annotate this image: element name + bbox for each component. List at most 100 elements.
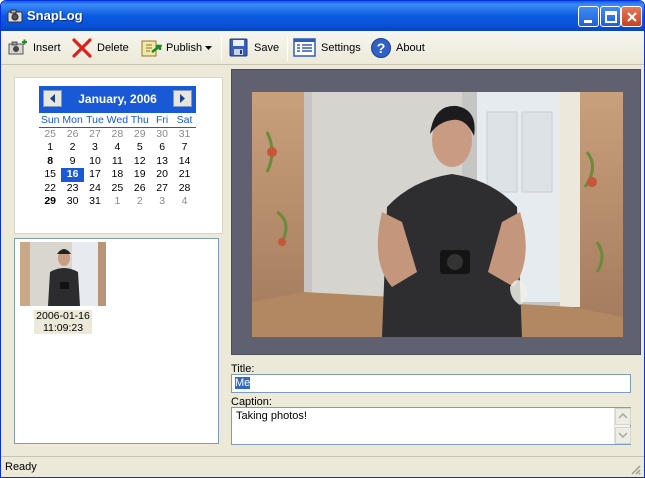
- calendar-day[interactable]: 31: [84, 195, 106, 209]
- calendar-day[interactable]: 17: [84, 168, 106, 182]
- caption-textarea[interactable]: Taking photos!: [231, 407, 631, 445]
- publish-icon: [141, 40, 162, 57]
- calendar-day[interactable]: 1: [106, 195, 128, 209]
- scroll-up-button[interactable]: [615, 408, 631, 425]
- title-input[interactable]: Me: [231, 374, 631, 393]
- maximize-button[interactable]: [600, 6, 621, 27]
- calendar-next-month-button[interactable]: [173, 90, 192, 107]
- calendar-day[interactable]: 22: [39, 182, 61, 196]
- calendar-day[interactable]: 30: [151, 128, 173, 142]
- scroll-down-button[interactable]: [615, 427, 631, 444]
- close-icon: [627, 12, 637, 22]
- right-panel: Title: Me Caption: Taking photos!: [231, 69, 641, 453]
- calendar-day[interactable]: 9: [61, 155, 83, 169]
- calendar-day[interactable]: 18: [106, 168, 128, 182]
- calendar-day[interactable]: 14: [173, 155, 195, 169]
- calendar-day[interactable]: 8: [39, 155, 61, 169]
- camera-app-icon: [7, 9, 23, 23]
- calendar-header: January, 2006: [39, 86, 196, 113]
- photo-viewer: [231, 69, 641, 355]
- calendar-day[interactable]: 29: [129, 128, 151, 142]
- calendar-day[interactable]: 15: [39, 168, 61, 182]
- calendar-day[interactable]: 20: [151, 168, 173, 182]
- insert-label: Insert: [33, 42, 61, 54]
- entry-thumbnail[interactable]: [20, 242, 106, 306]
- calendar-day[interactable]: 25: [106, 182, 128, 196]
- calendar-day[interactable]: 2: [129, 195, 151, 209]
- toolbar-separator: [221, 37, 222, 61]
- about-button[interactable]: ? About: [370, 35, 425, 61]
- snaplog-window: SnapLog Insert Delete Publish Save Setti…: [0, 0, 645, 478]
- calendar-day[interactable]: 24: [84, 182, 106, 196]
- calendar-day[interactable]: 10: [84, 155, 106, 169]
- delete-x-icon: [72, 38, 92, 58]
- save-button[interactable]: Save: [228, 35, 279, 61]
- calendar-day[interactable]: 23: [61, 182, 83, 196]
- calendar-day[interactable]: 27: [151, 182, 173, 196]
- calendar-day[interactable]: 28: [106, 128, 128, 142]
- calendar-day[interactable]: 26: [129, 182, 151, 196]
- insert-photo-icon: [8, 39, 27, 55]
- calendar-day[interactable]: 7: [173, 141, 195, 155]
- calendar-weekday-label: Sat: [173, 114, 196, 128]
- calendar-day[interactable]: 28: [173, 182, 195, 196]
- settings-button[interactable]: Settings: [293, 35, 361, 61]
- calendar-day[interactable]: 12: [129, 155, 151, 169]
- calendar-weekday-label: Wed: [106, 114, 129, 128]
- calendar-day[interactable]: 16: [61, 168, 84, 182]
- calendar-day[interactable]: 27: [84, 128, 106, 142]
- entry-thumbnail-list[interactable]: 2006-01-16 11:09:23: [14, 238, 219, 444]
- calendar-week-row: 8 9 10 11 12 13 14: [39, 155, 196, 169]
- left-panel: January, 2006 Sun Mon Tue Wed Thu Fri Sat 25 26 2…: [5, 69, 227, 453]
- chevron-right-icon: [180, 94, 185, 103]
- calendar-weekday-label: Tue: [83, 114, 107, 128]
- title-input-value: Me: [235, 377, 251, 389]
- scroll-down-arrow-icon: [618, 432, 628, 439]
- calendar-day[interactable]: 1: [39, 141, 61, 155]
- calendar-week-row: 22 23 24 25 26 27 28: [39, 182, 196, 196]
- publish-button[interactable]: Publish: [140, 35, 202, 61]
- delete-button[interactable]: Delete: [71, 35, 129, 61]
- calendar-day[interactable]: 2: [61, 141, 83, 155]
- calendar-day[interactable]: 13: [151, 155, 173, 169]
- calendar-day[interactable]: 21: [173, 168, 195, 182]
- calendar-day[interactable]: 19: [129, 168, 151, 182]
- calendar-day[interactable]: 31: [173, 128, 195, 142]
- toolbar-separator: [287, 37, 288, 61]
- entry-time: 11:09:23: [42, 322, 84, 334]
- settings-list-icon: [293, 38, 316, 57]
- calendar-grid: Sun Mon Tue Wed Thu Fri Sat 25 26 27 28 29 30 31 1 2 3 4 5…: [39, 114, 196, 209]
- calendar-day[interactable]: 11: [106, 155, 128, 169]
- calendar-day[interactable]: 6: [151, 141, 173, 155]
- calendar-day[interactable]: 30: [61, 195, 83, 209]
- delete-label: Delete: [97, 42, 129, 54]
- calendar-day[interactable]: 5: [129, 141, 151, 155]
- calendar-day[interactable]: 3: [151, 195, 173, 209]
- about-label: About: [396, 42, 425, 54]
- window-title: SnapLog: [27, 8, 83, 23]
- calendar-day[interactable]: 25: [39, 128, 61, 142]
- caption-value: Taking photos!: [236, 410, 307, 422]
- calendar-day[interactable]: 4: [173, 195, 195, 209]
- calendar-week-row: 29 30 31 1 2 3 4: [39, 195, 196, 209]
- publish-dropdown-button[interactable]: [205, 35, 217, 61]
- help-question-icon: ?: [371, 38, 391, 58]
- toolbar: Insert Delete Publish Save Settings ? Ab…: [1, 31, 644, 65]
- calendar-day[interactable]: 3: [84, 141, 106, 155]
- selected-photo: [252, 92, 623, 337]
- calendar-weekday-label: Mon: [61, 114, 84, 128]
- caption-scrollbar[interactable]: [614, 408, 631, 444]
- calendar-day[interactable]: 4: [106, 141, 128, 155]
- minimize-button[interactable]: [578, 6, 599, 27]
- insert-button[interactable]: Insert: [7, 35, 61, 61]
- close-button[interactable]: [621, 6, 642, 27]
- entry-timestamp[interactable]: 2006-01-16 11:09:23: [34, 310, 92, 334]
- calendar-day[interactable]: 26: [61, 128, 83, 142]
- calendar-week-row: 15 16 17 18 19 20 21: [39, 168, 196, 182]
- calendar-week-row: 1234567: [39, 141, 196, 155]
- calendar-weekday-row: Sun Mon Tue Wed Thu Fri Sat: [39, 114, 196, 128]
- calendar-day[interactable]: 29: [39, 195, 61, 209]
- title-bar[interactable]: SnapLog: [1, 1, 644, 31]
- resize-grip-icon[interactable]: [629, 463, 641, 475]
- thumbnail-photo-image: [20, 242, 106, 306]
